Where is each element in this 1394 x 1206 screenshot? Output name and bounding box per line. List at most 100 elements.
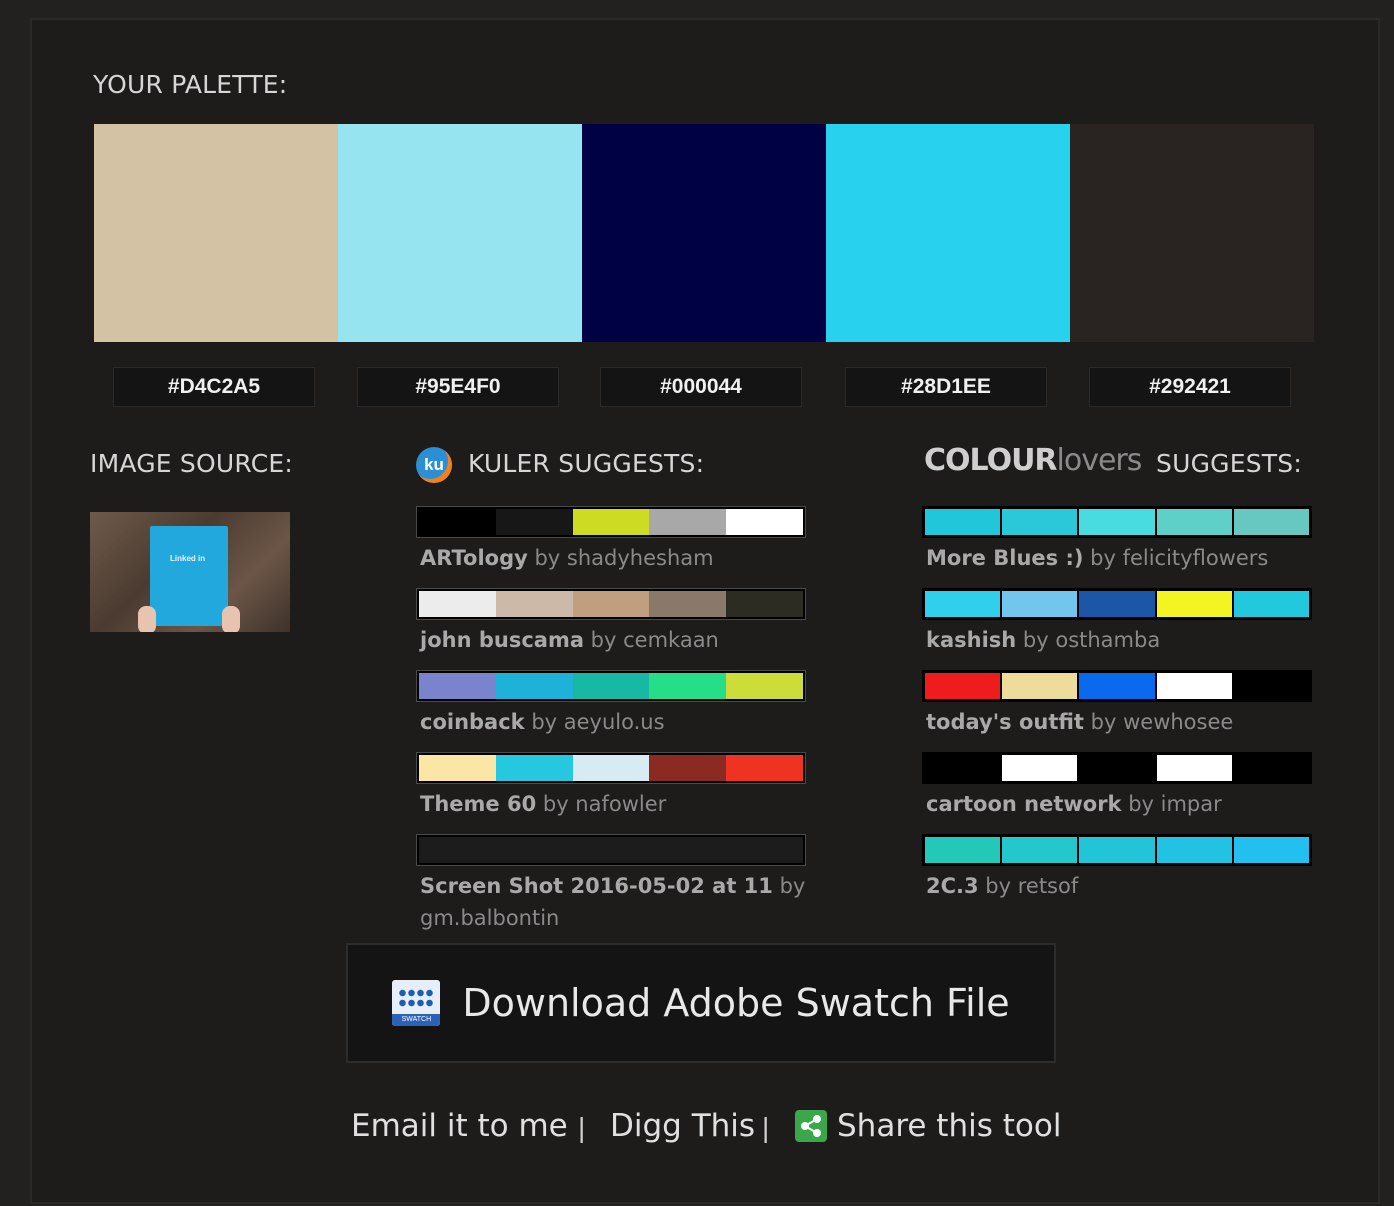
palette-name[interactable]: Theme 60 xyxy=(420,792,536,816)
palette-bar-cell xyxy=(1233,591,1310,617)
palette-bar-cell xyxy=(1156,509,1232,535)
palette-name[interactable]: today's outfit xyxy=(926,710,1084,734)
palette-author[interactable]: felicityflowers xyxy=(1123,546,1269,570)
palette-bar-cell xyxy=(1233,837,1310,863)
kuler-palette-bar[interactable] xyxy=(416,834,806,866)
palette-name[interactable]: cartoon network xyxy=(926,792,1122,816)
colourlovers-logo-light: lovers xyxy=(1056,443,1143,478)
digg-link[interactable]: Digg This xyxy=(610,1108,755,1144)
colourlovers-palette-caption[interactable]: 2C.3 by retsof xyxy=(926,870,1326,902)
palette-bar-cell xyxy=(925,591,1001,617)
hex-code-1[interactable]: #D4C2A5 xyxy=(113,367,315,407)
image-source-thumbnail[interactable]: Linked in xyxy=(90,512,290,632)
palette-bar-cell xyxy=(1002,591,1078,617)
palette-author[interactable]: osthamba xyxy=(1055,628,1160,652)
kuler-logo-icon: ku xyxy=(416,447,452,483)
palette-bar-cell xyxy=(419,509,496,535)
palette-author[interactable]: nafowler xyxy=(575,792,666,816)
palette-bar-cell xyxy=(1079,837,1155,863)
colourlovers-palette-bar[interactable] xyxy=(922,834,1312,866)
palette-bar-cell xyxy=(1233,509,1310,535)
palette-author[interactable]: shadyhesham xyxy=(567,546,714,570)
palette-bar-cell xyxy=(419,673,496,699)
palette-bar-cell xyxy=(1079,755,1155,781)
palette-author[interactable]: gm.balbontin xyxy=(420,906,559,930)
palette-swatch-3[interactable] xyxy=(582,124,826,342)
palette-bar-cell xyxy=(572,509,650,535)
palette-bar-cell xyxy=(925,837,1001,863)
palette-bar-cell xyxy=(649,755,727,781)
palette-bar-cell xyxy=(1233,673,1310,699)
hex-codes: #D4C2A5 #95E4F0 #000044 #28D1EE #292421 xyxy=(0,367,1394,407)
palette-name[interactable]: kashish xyxy=(926,628,1016,652)
kuler-palette-caption[interactable]: Theme 60 by nafowler xyxy=(420,788,820,820)
palette-swatch-5[interactable] xyxy=(1070,124,1314,342)
palette-bar-cell xyxy=(925,509,1001,535)
palette-bar-cell xyxy=(419,837,496,863)
palette-bar-cell xyxy=(572,837,650,863)
hex-code-3[interactable]: #000044 xyxy=(600,367,802,407)
share-icon[interactable] xyxy=(795,1110,827,1142)
palette-bar-cell xyxy=(649,837,727,863)
thumbnail-hand-right xyxy=(222,606,240,632)
kuler-palette-bar[interactable] xyxy=(416,670,806,702)
thumbnail-booklet: Linked in xyxy=(150,526,228,626)
hex-code-5[interactable]: #292421 xyxy=(1089,367,1291,407)
palette-bar-cell xyxy=(1156,591,1232,617)
kuler-palette-bar[interactable] xyxy=(416,752,806,784)
palette-bar-cell xyxy=(1079,591,1155,617)
palette-bar-cell xyxy=(495,591,573,617)
share-link[interactable]: Share this tool xyxy=(837,1108,1061,1144)
colourlovers-palette-caption[interactable]: More Blues :) by felicityflowers xyxy=(926,542,1326,574)
colourlovers-palette-caption[interactable]: kashish by osthamba xyxy=(926,624,1326,656)
palette-bar-cell xyxy=(726,509,803,535)
colourlovers-suggests-heading: SUGGESTS: xyxy=(1156,449,1302,478)
palette-author[interactable]: retsof xyxy=(1018,874,1079,898)
palette-author[interactable]: cemkaan xyxy=(623,628,719,652)
palette-bar-cell xyxy=(495,837,573,863)
palette-swatches xyxy=(94,124,1314,342)
palette-author[interactable]: aeyulo.us xyxy=(564,710,665,734)
hex-code-4[interactable]: #28D1EE xyxy=(845,367,1047,407)
palette-swatch-1[interactable] xyxy=(94,124,338,342)
kuler-palette-bar[interactable] xyxy=(416,506,806,538)
download-swatch-button[interactable]: SWATCH Download Adobe Swatch File xyxy=(346,943,1056,1063)
colourlovers-logo-bold: COLOUR xyxy=(924,443,1058,478)
colourlovers-palette-bar[interactable] xyxy=(922,752,1312,784)
palette-bar-cell xyxy=(1002,837,1078,863)
download-swatch-label: Download Adobe Swatch File xyxy=(462,981,1010,1025)
image-source-heading: IMAGE SOURCE: xyxy=(90,449,293,478)
palette-bar-cell xyxy=(1079,509,1155,535)
palette-bar-cell xyxy=(495,673,573,699)
palette-name[interactable]: More Blues :) xyxy=(926,546,1083,570)
palette-name[interactable]: 2C.3 xyxy=(926,874,979,898)
palette-name[interactable]: coinback xyxy=(420,710,525,734)
kuler-palette-bar[interactable] xyxy=(416,588,806,620)
palette-bar-cell xyxy=(572,755,650,781)
hex-code-2[interactable]: #95E4F0 xyxy=(357,367,559,407)
kuler-palette-caption[interactable]: john buscama by cemkaan xyxy=(420,624,820,656)
palette-swatch-4[interactable] xyxy=(826,124,1070,342)
footer-separator-2: | xyxy=(762,1112,770,1143)
email-link[interactable]: Email it to me xyxy=(351,1108,568,1144)
kuler-palette-caption[interactable]: ARTology by shadyhesham xyxy=(420,542,820,574)
adobe-swatch-icon: SWATCH xyxy=(392,980,441,1026)
palette-author[interactable]: wewhosee xyxy=(1123,710,1233,734)
kuler-palette-caption[interactable]: coinback by aeyulo.us xyxy=(420,706,820,738)
palette-bar-cell xyxy=(1002,673,1078,699)
palette-name[interactable]: ARTology xyxy=(420,546,528,570)
palette-author[interactable]: impar xyxy=(1161,792,1222,816)
palette-bar-cell xyxy=(1156,837,1232,863)
palette-bar-cell xyxy=(726,755,803,781)
kuler-palette-caption[interactable]: Screen Shot 2016-05-02 at 11 by gm.balbo… xyxy=(420,870,820,934)
colourlovers-palette-bar[interactable] xyxy=(922,588,1312,620)
colourlovers-palette-caption[interactable]: today's outfit by wewhosee xyxy=(926,706,1326,738)
palette-name[interactable]: Screen Shot 2016-05-02 at 11 xyxy=(420,874,773,898)
palette-bar-cell xyxy=(1156,755,1232,781)
colourlovers-palette-bar[interactable] xyxy=(922,670,1312,702)
palette-name[interactable]: john buscama xyxy=(420,628,584,652)
colourlovers-palette-bar[interactable] xyxy=(922,506,1312,538)
palette-swatch-2[interactable] xyxy=(338,124,582,342)
colourlovers-palette-caption[interactable]: cartoon network by impar xyxy=(926,788,1326,820)
palette-bar-cell xyxy=(649,509,727,535)
